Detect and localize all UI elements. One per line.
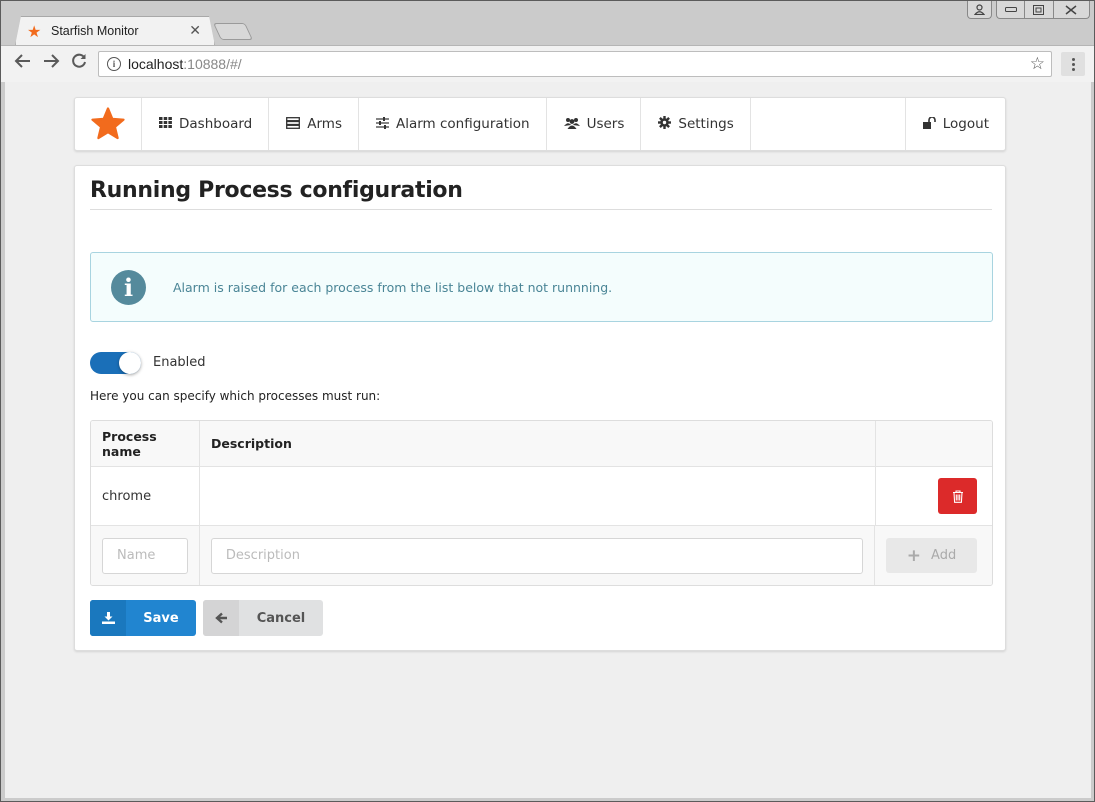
info-alert: i Alarm is raised for each process from … bbox=[90, 252, 993, 322]
grid-icon bbox=[159, 117, 172, 131]
maximize-icon bbox=[1033, 4, 1045, 15]
site-info-icon[interactable]: i bbox=[107, 57, 121, 71]
top-navbar: Dashboard Arms Alarm configuration Users… bbox=[74, 97, 1006, 151]
users-icon bbox=[563, 117, 580, 132]
url-text: localhost:10888/#/ bbox=[128, 56, 242, 72]
table-header-row: Process name Description bbox=[91, 421, 992, 467]
star-icon bbox=[91, 107, 125, 140]
save-button[interactable]: Save bbox=[90, 600, 196, 636]
reload-button[interactable] bbox=[67, 52, 91, 75]
cell-process-name: chrome bbox=[91, 467, 200, 525]
nav-logout[interactable]: Logout bbox=[906, 98, 1005, 150]
cell-actions bbox=[876, 467, 992, 525]
alert-message: Alarm is raised for each process from th… bbox=[173, 280, 613, 295]
nav-arms-label: Arms bbox=[307, 116, 342, 132]
sliders-icon bbox=[375, 116, 389, 132]
title-divider bbox=[90, 209, 992, 210]
url-path: :10888/#/ bbox=[183, 56, 242, 72]
back-arrow-icon bbox=[14, 54, 30, 68]
header-actions bbox=[876, 421, 992, 466]
reload-icon bbox=[72, 53, 86, 68]
star-icon: ★ bbox=[27, 21, 42, 41]
nav-alarm-configuration[interactable]: Alarm configuration bbox=[359, 98, 547, 150]
toggle-knob bbox=[119, 352, 141, 374]
nav-arms[interactable]: Arms bbox=[269, 98, 359, 150]
add-button[interactable]: + Add bbox=[886, 538, 977, 573]
save-button-label: Save bbox=[143, 610, 179, 626]
nav-users-label: Users bbox=[586, 116, 625, 132]
close-window-button[interactable] bbox=[1054, 1, 1089, 18]
gear-icon bbox=[658, 116, 672, 132]
bookmark-star-icon[interactable]: ☆ bbox=[1030, 54, 1045, 74]
trash-icon bbox=[952, 489, 963, 503]
forward-arrow-icon bbox=[44, 54, 60, 68]
process-table: Process name Description chrome Name Des… bbox=[90, 420, 993, 586]
nav-logout-label: Logout bbox=[942, 116, 989, 132]
nav-dashboard-label: Dashboard bbox=[179, 116, 253, 132]
brand-logo[interactable] bbox=[75, 98, 142, 150]
profile-button[interactable] bbox=[967, 1, 992, 19]
nav-alarm-configuration-label: Alarm configuration bbox=[395, 116, 530, 132]
download-icon bbox=[90, 600, 126, 636]
table-row: chrome bbox=[91, 467, 992, 526]
new-process-row: + Add bbox=[91, 526, 992, 585]
page-viewport: Dashboard Arms Alarm configuration Users… bbox=[5, 82, 1091, 798]
browser-tab[interactable]: ★ Starfish Monitor ✕ bbox=[15, 16, 215, 46]
new-tab-button[interactable] bbox=[213, 23, 253, 40]
window-controls bbox=[996, 1, 1090, 19]
add-button-label: Add bbox=[931, 548, 957, 563]
cancel-button-label: Cancel bbox=[256, 610, 306, 626]
nav-settings-label: Settings bbox=[678, 116, 734, 132]
user-icon bbox=[974, 4, 985, 15]
url-host: localhost bbox=[128, 56, 184, 72]
name-input[interactable] bbox=[102, 537, 188, 574]
header-process-name: Process name bbox=[91, 421, 200, 466]
enabled-toggle[interactable] bbox=[90, 352, 141, 374]
plus-icon: + bbox=[906, 545, 922, 566]
browser-window: ★ Starfish Monitor ✕ i localhost:10888/#… bbox=[0, 0, 1095, 802]
browser-toolbar: i localhost:10888/#/ ☆ bbox=[1, 45, 1094, 82]
enabled-toggle-label: Enabled bbox=[153, 355, 206, 370]
processes-hint: Here you can specify which processes mus… bbox=[90, 389, 381, 403]
cell-new-description bbox=[200, 526, 875, 585]
navbar-spacer bbox=[751, 98, 906, 150]
nav-settings[interactable]: Settings bbox=[641, 98, 751, 150]
config-panel: Running Process configuration i Alarm is… bbox=[74, 165, 1006, 651]
description-input[interactable] bbox=[210, 537, 863, 574]
forward-button[interactable] bbox=[39, 52, 63, 75]
browser-menu-button[interactable] bbox=[1061, 52, 1085, 76]
close-icon bbox=[1065, 4, 1077, 15]
cell-description bbox=[200, 467, 876, 525]
info-circle-icon: i bbox=[111, 270, 146, 305]
tab-title: Starfish Monitor bbox=[51, 24, 139, 38]
delete-button[interactable] bbox=[938, 478, 977, 514]
minimize-icon bbox=[1004, 6, 1017, 12]
nav-users[interactable]: Users bbox=[547, 98, 642, 150]
close-tab-icon[interactable]: ✕ bbox=[189, 23, 201, 39]
back-button[interactable] bbox=[11, 52, 35, 75]
maximize-button[interactable] bbox=[1025, 1, 1054, 18]
header-description: Description bbox=[200, 421, 876, 466]
cancel-button[interactable]: Cancel bbox=[203, 600, 323, 636]
cell-new-actions: + Add bbox=[875, 526, 992, 585]
tab-strip: ★ Starfish Monitor ✕ bbox=[1, 1, 1094, 45]
arrow-left-icon bbox=[203, 600, 239, 636]
page-title: Running Process configuration bbox=[90, 178, 463, 203]
minimize-button[interactable] bbox=[997, 1, 1026, 18]
cell-new-name bbox=[91, 526, 200, 585]
nav-dashboard[interactable]: Dashboard bbox=[142, 98, 270, 150]
unlock-icon bbox=[922, 115, 936, 132]
address-bar[interactable]: i localhost:10888/#/ ☆ bbox=[98, 51, 1052, 77]
server-icon bbox=[286, 116, 301, 132]
